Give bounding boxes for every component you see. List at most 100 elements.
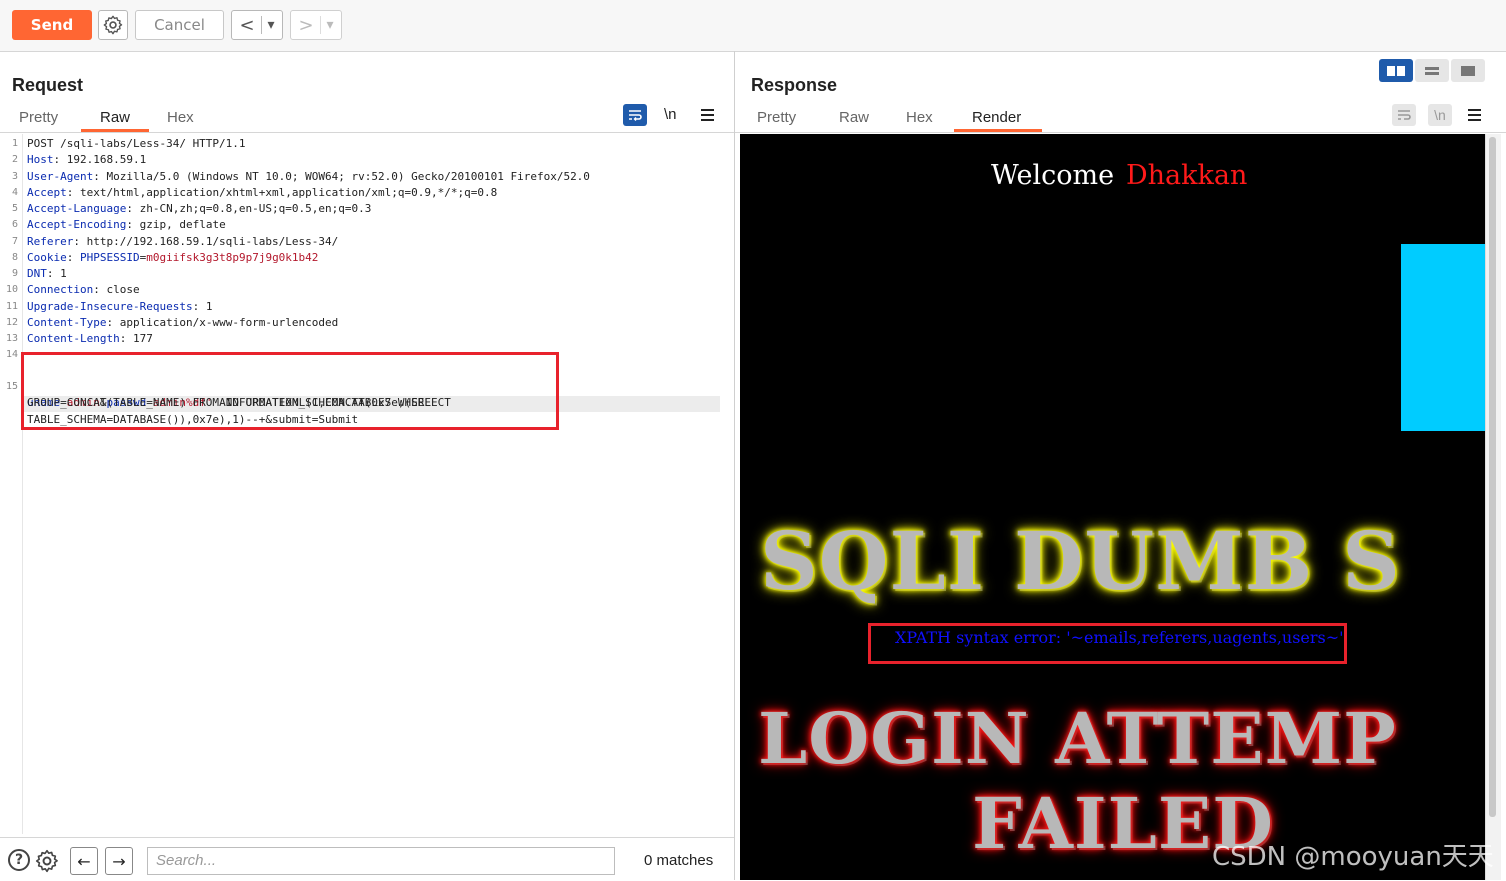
header-value: http://192.168.59.1/sqli-labs/Less-34/ xyxy=(86,234,339,248)
search-input[interactable]: Search... xyxy=(147,847,615,875)
header-value: Mozilla/5.0 (Windows NT 10.0; WOW64; rv:… xyxy=(106,169,590,183)
header-value: 192.168.59.1 xyxy=(66,153,147,167)
send-button[interactable]: Send xyxy=(12,10,92,40)
header-value: 177 xyxy=(132,332,153,345)
tab-hex[interactable]: Hex xyxy=(906,109,933,126)
line-number: 4 xyxy=(11,186,18,198)
banner-image-text: SQLI DUMB S xyxy=(760,514,1401,608)
cookie-value: m0giifsk3g3t8p9p7j9g0k1b42 xyxy=(146,250,319,264)
dropdown-arrow-icon[interactable]: ▾ xyxy=(268,17,275,33)
menu-icon[interactable] xyxy=(701,109,714,121)
watermark: CSDN @mooyuan天天 xyxy=(1212,842,1494,872)
request-editor[interactable]: 1 POST /sqli-labs/Less-34/ HTTP/1.1 2 Host:… xyxy=(0,134,724,834)
toolbar: Send Cancel < ▾ > ▾ xyxy=(0,0,1506,52)
arrow-right-icon: → xyxy=(112,851,126,871)
header-name: Upgrade-Insecure-Requests xyxy=(27,299,193,313)
divider xyxy=(260,16,262,34)
header-name: Content-Length xyxy=(27,332,120,345)
line-number: 7 xyxy=(11,235,18,247)
line-number: 11 xyxy=(5,300,18,312)
line-number: 1 xyxy=(11,138,18,149)
header-value: text/html,application/xhtml+xml,applicat… xyxy=(80,185,498,199)
header-name: User-Agent xyxy=(27,169,94,183)
highlight-box xyxy=(21,352,559,430)
newline-toggle[interactable]: \n xyxy=(1428,104,1452,126)
line-number: 2 xyxy=(11,154,18,166)
welcome-text: Welcome xyxy=(991,160,1115,191)
header-value: zh-CN,zh;q=0.8,en-US;q=0.5,en;q=0.3 xyxy=(139,202,372,215)
tab-pretty[interactable]: Pretty xyxy=(19,109,58,126)
failed-banner-text: LOGIN ATTEMP xyxy=(758,697,1397,780)
divider xyxy=(319,16,321,34)
tab-border xyxy=(735,132,1506,133)
match-count: 0 matches xyxy=(644,852,714,869)
line-number: 14 xyxy=(5,349,18,361)
header-value: 1 xyxy=(60,267,67,280)
cookie-name: PHPSESSID xyxy=(80,250,140,264)
response-title: Response xyxy=(751,75,838,95)
wrap-lines-icon xyxy=(1398,110,1411,120)
tab-raw[interactable]: Raw xyxy=(100,109,130,126)
header-value: POST /sqli-labs/Less-34/ HTTP/1.1 xyxy=(27,137,246,150)
columns-icon xyxy=(1387,65,1405,76)
arrow-left-icon: ← xyxy=(77,851,91,871)
line-number: 10 xyxy=(5,284,18,296)
help-icon[interactable]: ? xyxy=(8,849,30,871)
forward-button[interactable]: > ▾ xyxy=(290,10,342,40)
header-name: Connection xyxy=(27,283,94,297)
panel-divider[interactable] xyxy=(734,51,735,880)
header-name: Cookie xyxy=(27,250,67,264)
cancel-button[interactable]: Cancel xyxy=(135,10,224,40)
line-number: 3 xyxy=(11,170,18,182)
header-name: Accept-Encoding xyxy=(27,218,127,232)
dropdown-arrow-icon[interactable]: ▾ xyxy=(327,17,334,33)
next-match-button[interactable]: → xyxy=(105,847,133,875)
line-number: 13 xyxy=(5,333,18,344)
tab-border xyxy=(0,132,734,133)
layout-tabs-button[interactable] xyxy=(1451,59,1485,82)
chevron-left-icon: < xyxy=(239,14,255,36)
login-form-box xyxy=(1401,244,1485,431)
header-value: application/x-www-form-urlencoded xyxy=(119,315,339,329)
render-view: Welcome Dhakkan SQLI DUMB S XPATH syntax… xyxy=(740,134,1485,880)
header-name: Accept-Language xyxy=(27,202,127,215)
header-name: Content-Type xyxy=(27,315,107,329)
line-number: 8 xyxy=(11,251,18,263)
menu-icon[interactable] xyxy=(1468,109,1481,121)
wrap-lines-button[interactable] xyxy=(1392,104,1416,126)
line-number: 9 xyxy=(11,268,18,279)
line-number: 5 xyxy=(11,203,18,214)
tab-render[interactable]: Render xyxy=(972,109,1021,126)
gear-icon xyxy=(35,849,58,873)
previous-match-button[interactable]: ← xyxy=(70,847,98,875)
newline-toggle[interactable]: \n xyxy=(664,106,677,123)
header-name: Referer xyxy=(27,234,74,248)
tab-hex[interactable]: Hex xyxy=(167,109,194,126)
header-name: DNT xyxy=(27,267,47,280)
wrap-lines-icon xyxy=(629,110,642,121)
chevron-right-icon: > xyxy=(298,14,314,36)
layout-stacked-button[interactable] xyxy=(1415,59,1449,82)
settings-button[interactable] xyxy=(98,10,128,40)
line-number: 6 xyxy=(11,219,18,231)
header-value: close xyxy=(106,283,140,297)
back-button[interactable]: < ▾ xyxy=(231,10,283,40)
header-name: Host xyxy=(27,153,54,167)
wrap-lines-button[interactable] xyxy=(623,104,647,126)
scrollbar-thumb[interactable] xyxy=(1489,137,1496,817)
rows-icon xyxy=(1425,66,1439,75)
tab-pretty[interactable]: Pretty xyxy=(757,109,796,126)
gear-icon xyxy=(103,15,123,35)
header-name: Accept xyxy=(27,185,67,199)
window-icon xyxy=(1461,65,1475,76)
header-value: gzip, deflate xyxy=(139,218,226,232)
username-text: Dhakkan xyxy=(1126,160,1248,191)
xpath-error-text: XPATH syntax error: '~emails,referers,ua… xyxy=(895,628,1344,647)
line-number: 12 xyxy=(5,316,18,328)
search-bar: ? ← → Search... 0 matches xyxy=(0,837,734,881)
layout-side-by-side-button[interactable] xyxy=(1379,59,1413,82)
search-settings-button[interactable] xyxy=(34,848,60,878)
tab-raw[interactable]: Raw xyxy=(839,109,869,126)
header-value: 1 xyxy=(205,299,213,313)
request-title: Request xyxy=(12,75,84,95)
